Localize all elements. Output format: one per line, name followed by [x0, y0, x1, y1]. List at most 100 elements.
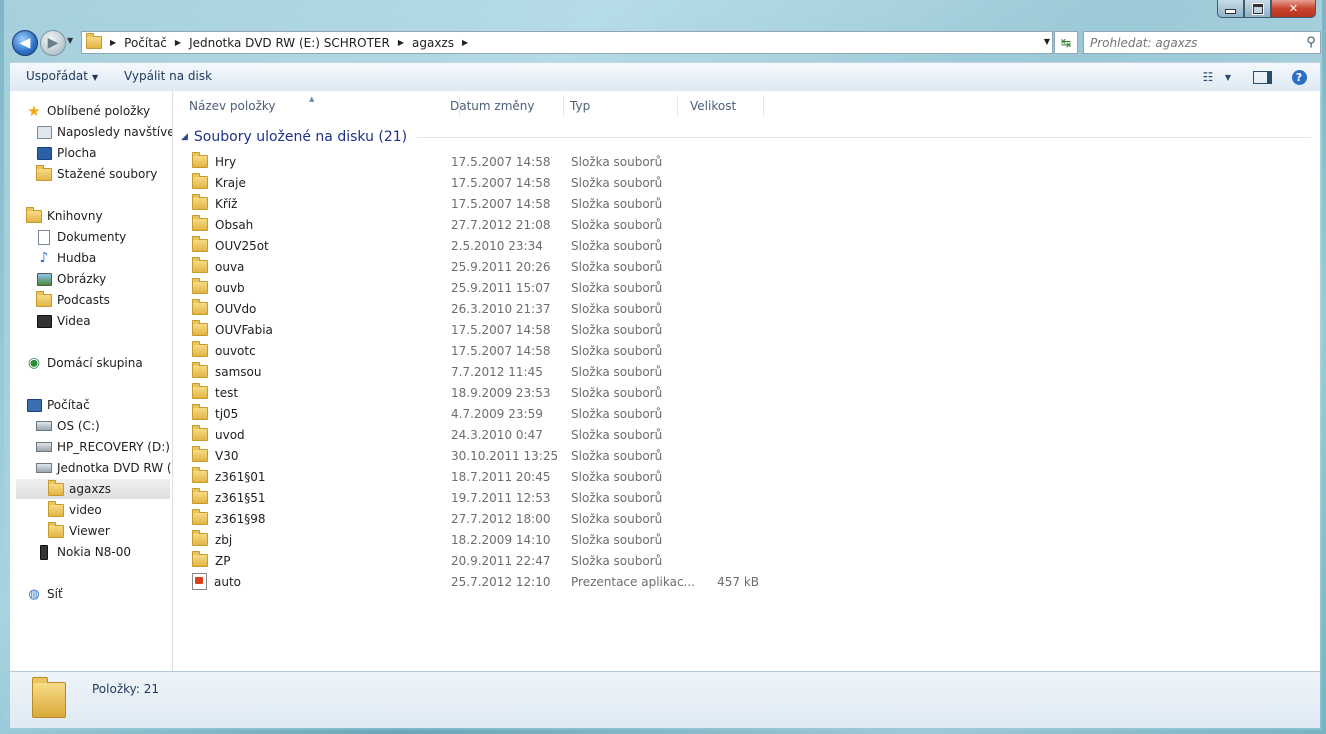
folder-icon [192, 467, 208, 483]
sidebar-item-label: Podcasts [57, 293, 110, 307]
file-type: Složka souborů [571, 154, 663, 169]
address-dropdown-button[interactable]: ▼ [1044, 37, 1050, 46]
sidebar-item-video[interactable]: video [48, 500, 172, 520]
table-row[interactable]: Kříž 17.5.2007 14:58 Složka souborů [189, 193, 789, 214]
table-row[interactable]: uvod 24.3.2010 0:47 Složka souborů [189, 424, 789, 445]
search-input[interactable] [1084, 35, 1302, 50]
table-row[interactable]: z361§98 27.7.2012 18:00 Složka souborů [189, 508, 789, 529]
column-header-size[interactable]: Velikost [684, 95, 764, 117]
back-button[interactable]: ◀ [12, 30, 38, 56]
column-header-date[interactable]: Datum změny [444, 95, 564, 117]
sidebar-item-downloads[interactable]: Stažené soubory [36, 164, 172, 184]
table-row[interactable]: V30 30.10.2011 13:25 Složka souborů [189, 445, 789, 466]
sidebar-item-computer[interactable]: Počítač [26, 395, 172, 415]
breadcrumb-dvd-drive[interactable]: Jednotka DVD RW (E:) SCHROTER [185, 32, 394, 53]
sidebar-item-favorites[interactable]: ★ Oblíbené položky [26, 101, 172, 121]
sidebar-item-libraries[interactable]: Knihovny [26, 206, 172, 226]
table-row[interactable]: z361§01 18.7.2011 20:45 Složka souborů [189, 466, 789, 487]
sidebar-item-homegroup[interactable]: ◉ Domácí skupina [26, 353, 172, 373]
address-bar[interactable]: ▶ Počítač ▶ Jednotka DVD RW (E:) SCHROTE… [81, 31, 1053, 54]
sort-up-icon: ▲ [309, 95, 315, 103]
refresh-button[interactable]: ↹ [1054, 31, 1078, 54]
breadcrumb-arrow-icon[interactable]: ▶ [171, 38, 185, 47]
sidebar-item-agaxzs[interactable]: agaxzs [16, 479, 170, 499]
libraries-icon [26, 206, 42, 224]
sidebar-item-label: Domácí skupina [47, 356, 143, 370]
view-options-button[interactable]: ▼ [1218, 68, 1238, 86]
minimize-button[interactable] [1217, 0, 1244, 18]
file-date: 17.5.2007 14:58 [451, 175, 551, 190]
folder-icon [192, 551, 208, 567]
sidebar-item-network[interactable]: ◍ Síť [26, 584, 172, 604]
table-row[interactable]: auto 25.7.2012 12:10 Prezentace aplikac...… [189, 571, 789, 592]
column-header-name[interactable]: Název položky ▲ [173, 95, 460, 117]
file-name: Hry [192, 152, 236, 169]
sidebar-item-recent-places[interactable]: Naposledy navštívené [36, 122, 172, 142]
sidebar-item-documents[interactable]: Dokumenty [36, 227, 172, 247]
sidebar-item-pictures[interactable]: Obrázky [36, 269, 172, 289]
breadcrumb-current-folder[interactable]: agaxzs [408, 32, 458, 53]
close-button[interactable]: ✕ [1271, 0, 1316, 18]
table-row[interactable]: z361§51 19.7.2011 12:53 Složka souborů [189, 487, 789, 508]
sidebar-item-desktop[interactable]: Plocha [36, 143, 172, 163]
change-view-button[interactable]: ☷ [1198, 68, 1218, 86]
column-header-type[interactable]: Typ [564, 95, 678, 117]
search-icon[interactable]: ⚲ [1302, 35, 1320, 50]
main-area: ★ Oblíbené položky Naposledy navštívené P… [10, 91, 1320, 671]
group-header[interactable]: ◢ Soubory uložené na disku (21) [181, 127, 1311, 147]
file-type: Složka souborů [571, 238, 663, 253]
sidebar-item-viewer[interactable]: Viewer [48, 521, 172, 541]
recent-pages-button[interactable]: ▼ [67, 36, 73, 45]
pictures-icon [36, 271, 52, 287]
table-row[interactable]: ouvb 25.9.2011 15:07 Složka souborů [189, 277, 789, 298]
file-name-label: Kříž [215, 196, 238, 211]
forward-button[interactable]: ▶ [40, 30, 66, 56]
breadcrumb-computer[interactable]: Počítač [120, 32, 171, 53]
sidebar-item-drive-e[interactable]: Jednotka DVD RW (E: [36, 458, 172, 478]
file-name: test [192, 383, 238, 400]
sidebar-item-music[interactable]: ♪ Hudba [36, 248, 172, 268]
folder-icon [192, 320, 208, 336]
preview-pane-button[interactable] [1252, 68, 1272, 86]
breadcrumb-arrow-icon[interactable]: ▶ [106, 38, 120, 47]
folder-icon [192, 173, 208, 189]
file-date: 17.5.2007 14:58 [451, 322, 551, 337]
chevron-down-icon: ▼ [1224, 72, 1232, 82]
table-row[interactable]: ouva 25.9.2011 20:26 Složka souborů [189, 256, 789, 277]
table-row[interactable]: OUV25ot 2.5.2010 23:34 Složka souborů [189, 235, 789, 256]
sidebar-item-nokia[interactable]: Nokia N8-00 [36, 542, 172, 562]
table-row[interactable]: Obsah 27.7.2012 21:08 Složka souborů [189, 214, 789, 235]
table-row[interactable]: Kraje 17.5.2007 14:58 Složka souborů [189, 172, 789, 193]
table-row[interactable]: Hry 17.5.2007 14:58 Složka souborů [189, 151, 789, 172]
sidebar-item-label: Síť [47, 587, 63, 601]
table-row[interactable]: tj05 4.7.2009 23:59 Složka souborů [189, 403, 789, 424]
file-name-label: OUVFabia [215, 322, 273, 337]
chevron-down-icon: ▼ [67, 36, 74, 45]
close-icon: ✕ [1288, 2, 1299, 15]
table-row[interactable]: ouvotc 17.5.2007 14:58 Složka souborů [189, 340, 789, 361]
file-date: 19.7.2011 12:53 [451, 490, 551, 505]
table-row[interactable]: ZP 20.9.2011 22:47 Složka souborů [189, 550, 789, 571]
organize-button[interactable]: Uspořádat ▼ [26, 69, 98, 83]
sidebar-item-label: Knihovny [47, 209, 103, 223]
file-name: OUVdo [192, 299, 256, 316]
help-button[interactable]: ? [1289, 68, 1309, 86]
folder-icon [192, 509, 208, 525]
sidebar-item-drive-d[interactable]: HP_RECOVERY (D:) [36, 437, 172, 457]
file-name: z361§51 [192, 488, 265, 505]
breadcrumb-arrow-icon[interactable]: ▶ [394, 38, 408, 47]
sidebar-item-podcasts[interactable]: Podcasts [36, 290, 172, 310]
table-row[interactable]: OUVdo 26.3.2010 21:37 Složka souborů [189, 298, 789, 319]
sidebar-item-drive-c[interactable]: OS (C:) [36, 416, 172, 436]
file-name: zbj [192, 530, 232, 547]
folder-large-icon [32, 677, 66, 718]
breadcrumb-arrow-icon[interactable]: ▶ [458, 38, 472, 47]
table-row[interactable]: test 18.9.2009 23:53 Složka souborů [189, 382, 789, 403]
table-row[interactable]: OUVFabia 17.5.2007 14:58 Složka souborů [189, 319, 789, 340]
file-name-label: z361§01 [215, 469, 266, 484]
table-row[interactable]: zbj 18.2.2009 14:10 Složka souborů [189, 529, 789, 550]
burn-to-disc-button[interactable]: Vypálit na disk [124, 69, 212, 83]
table-row[interactable]: samsou 7.7.2012 11:45 Složka souborů [189, 361, 789, 382]
maximize-button[interactable] [1244, 0, 1271, 18]
sidebar-item-videos[interactable]: Videa [36, 311, 172, 331]
